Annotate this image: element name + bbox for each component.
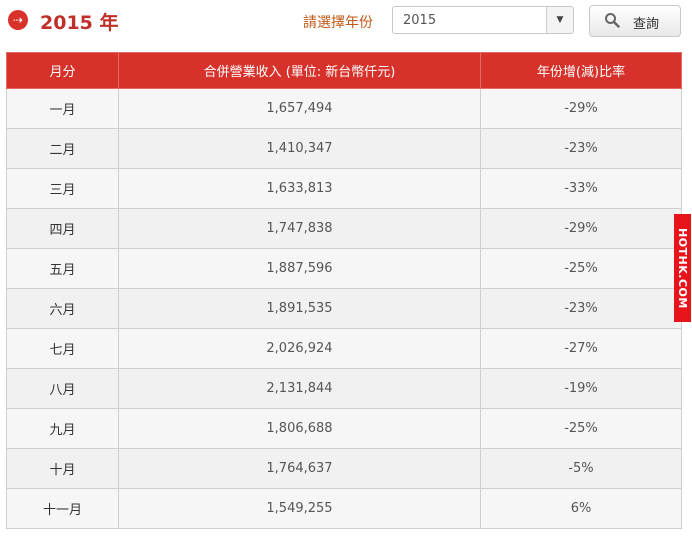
cell-revenue: 1,410,347	[118, 128, 481, 169]
cell-revenue: 1,657,494	[118, 88, 481, 129]
cell-revenue: 1,633,813	[118, 168, 481, 209]
query-button[interactable]: 查詢	[589, 5, 681, 37]
cell-change: -19%	[480, 368, 682, 409]
query-button-label: 查詢	[633, 17, 660, 32]
cell-change: 6%	[480, 488, 682, 529]
table-row: 十月 1,764,637 -5%	[6, 448, 682, 489]
arrow-right-icon: ⇢	[8, 10, 28, 30]
page-title: 2015 年	[40, 12, 119, 34]
cell-month: 五月	[6, 248, 119, 289]
cell-month: 七月	[6, 328, 119, 369]
table-row: 三月 1,633,813 -33%	[6, 168, 682, 209]
table-row: 六月 1,891,535 -23%	[6, 288, 682, 329]
table-row: 五月 1,887,596 -25%	[6, 248, 682, 289]
table-row: 二月 1,410,347 -23%	[6, 128, 682, 169]
table-row: 八月 2,131,844 -19%	[6, 368, 682, 409]
cell-change: -25%	[480, 248, 682, 289]
cell-revenue: 1,891,535	[118, 288, 481, 329]
cell-revenue: 2,026,924	[118, 328, 481, 369]
cell-month: 三月	[6, 168, 119, 209]
cell-revenue: 1,887,596	[118, 248, 481, 289]
search-icon	[605, 13, 620, 28]
cell-month: 八月	[6, 368, 119, 409]
revenue-table-container: 月分 合併營業收入 (單位: 新台幣仟元) 年份增(減)比率 一月 1,657,…	[6, 52, 682, 529]
cell-change: -23%	[480, 128, 682, 169]
table-row: 一月 1,657,494 -29%	[6, 88, 682, 129]
cell-month: 六月	[6, 288, 119, 329]
table-header-row: 月分 合併營業收入 (單位: 新台幣仟元) 年份增(減)比率	[6, 52, 682, 89]
revenue-table: 月分 合併營業收入 (單位: 新台幣仟元) 年份增(減)比率 一月 1,657,…	[6, 52, 682, 529]
cell-change: -27%	[480, 328, 682, 369]
watermark-label: HOTHK.COM	[674, 214, 691, 322]
table-row: 七月 2,026,924 -27%	[6, 328, 682, 369]
cell-revenue: 1,549,255	[118, 488, 481, 529]
year-select-value: 2015	[403, 13, 437, 28]
cell-revenue: 1,806,688	[118, 408, 481, 449]
cell-change: -29%	[480, 88, 682, 129]
cell-change: -33%	[480, 168, 682, 209]
cell-revenue: 2,131,844	[118, 368, 481, 409]
cell-revenue: 1,747,838	[118, 208, 481, 249]
column-header-month: 月分	[6, 52, 119, 89]
table-row: 九月 1,806,688 -25%	[6, 408, 682, 449]
cell-month: 一月	[6, 88, 119, 129]
cell-month: 十一月	[6, 488, 119, 529]
cell-change: -5%	[480, 448, 682, 489]
page-header: ⇢ 2015 年 請選擇年份 2015 ▼ 查詢	[0, 0, 692, 44]
cell-change: -23%	[480, 288, 682, 329]
chevron-down-icon[interactable]: ▼	[546, 7, 573, 33]
cell-month: 四月	[6, 208, 119, 249]
cell-revenue: 1,764,637	[118, 448, 481, 489]
cell-month: 九月	[6, 408, 119, 449]
year-select-label: 請選擇年份	[303, 15, 373, 31]
column-header-revenue: 合併營業收入 (單位: 新台幣仟元)	[118, 52, 481, 89]
table-row: 四月 1,747,838 -29%	[6, 208, 682, 249]
cell-change: -25%	[480, 408, 682, 449]
cell-change: -29%	[480, 208, 682, 249]
column-header-change: 年份增(減)比率	[480, 52, 682, 89]
table-row: 十一月 1,549,255 6%	[6, 488, 682, 529]
cell-month: 二月	[6, 128, 119, 169]
cell-month: 十月	[6, 448, 119, 489]
year-select[interactable]: 2015 ▼	[392, 6, 574, 34]
